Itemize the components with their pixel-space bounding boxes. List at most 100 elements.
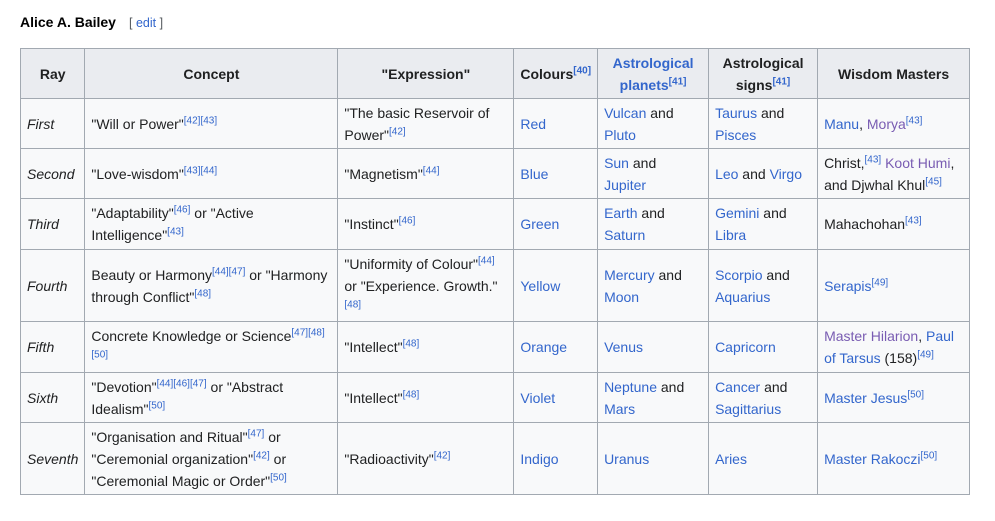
wiki-link[interactable]: Red <box>520 116 546 132</box>
wiki-link[interactable]: Scorpio <box>715 267 762 283</box>
wiki-link[interactable]: Master Rakoczi <box>824 451 920 467</box>
planets-cell: Neptune and Mars <box>597 372 710 423</box>
wiki-link[interactable]: Serapis <box>824 278 871 294</box>
wiki-link[interactable]: Saturn <box>604 227 645 243</box>
citation-link[interactable]: [50] <box>148 400 165 411</box>
citation-link[interactable]: [46] <box>174 204 191 215</box>
wiki-link[interactable]: Mercury <box>604 267 655 283</box>
citation-link[interactable]: [48] <box>403 389 420 400</box>
cell-text: and <box>637 205 665 221</box>
signs-cell: Scorpio and Aquarius <box>708 249 819 322</box>
cell-text: "Love-wisdom" <box>91 165 184 182</box>
wiki-link[interactable]: Master Jesus <box>824 390 907 406</box>
citation-link[interactable]: [42] <box>389 126 406 137</box>
ray-name-cell: Second <box>19 148 86 199</box>
wiki-link[interactable]: Indigo <box>520 451 558 467</box>
header-masters: Wisdom Masters <box>817 48 971 99</box>
wiki-link[interactable]: Manu <box>824 116 859 132</box>
citation-link[interactable]: [48] <box>308 327 325 338</box>
citation-link[interactable]: [43] <box>906 115 923 126</box>
wiki-link[interactable]: Mars <box>604 401 635 417</box>
wiki-link[interactable]: Virgo <box>770 166 802 182</box>
citation-link[interactable]: [43] <box>184 165 201 176</box>
cell-text: "Radioactivity" <box>344 450 434 467</box>
wiki-link[interactable]: Orange <box>520 339 567 355</box>
wiki-link[interactable]: Cancer <box>715 379 760 395</box>
citation-link[interactable]: [47] <box>190 378 207 389</box>
wiki-link[interactable]: Pisces <box>715 127 756 143</box>
citation-link[interactable]: [46] <box>399 215 416 226</box>
ray-name-cell: First <box>19 98 86 149</box>
wiki-link[interactable]: Leo <box>715 166 738 182</box>
citation-link[interactable]: [43] <box>167 226 184 237</box>
wiki-link[interactable]: Gemini <box>715 205 759 221</box>
table-row: Seventh "Organisation and Ritual"[47] or … <box>19 422 971 495</box>
wiki-link[interactable]: Violet <box>520 390 555 406</box>
citation-link[interactable]: [48] <box>344 299 361 310</box>
citation-link[interactable]: [47] <box>229 266 246 277</box>
colour-cell: Red <box>513 98 599 149</box>
citation-link[interactable]: [40] <box>573 65 591 76</box>
citation-link[interactable]: [50] <box>270 472 287 483</box>
citation-link[interactable]: [47] <box>291 327 308 338</box>
planets-cell: Earth and Saturn <box>597 198 710 250</box>
edit-link[interactable]: edit <box>136 16 156 30</box>
citation-link[interactable]: [49] <box>872 277 889 288</box>
wiki-link[interactable]: Aries <box>715 451 747 467</box>
wiki-link[interactable]: Neptune <box>604 379 657 395</box>
table-header-row: Ray Concept "Expression" Colours[40] Ast… <box>19 48 971 99</box>
concept-cell: "Love-wisdom"[43][44] <box>84 148 339 199</box>
citation-link[interactable]: [43] <box>200 115 217 126</box>
citation-link[interactable]: [50] <box>907 389 924 400</box>
table-row: Sixth "Devotion"[44][46][47] or "Abstract… <box>19 372 971 423</box>
wiki-link[interactable]: Moon <box>604 289 639 305</box>
citation-link[interactable]: [44] <box>200 165 217 176</box>
citation-link[interactable]: [44] <box>423 165 440 176</box>
wiki-link-visited[interactable]: Morya <box>867 116 906 132</box>
citation-link[interactable]: [47] <box>248 428 265 439</box>
header-colours: Colours[40] <box>513 48 599 99</box>
citation-link[interactable]: [48] <box>403 338 420 349</box>
wiki-link[interactable]: Blue <box>520 166 548 182</box>
wiki-link[interactable]: Jupiter <box>604 177 646 193</box>
wiki-link[interactable]: Pluto <box>604 127 636 143</box>
citation-link[interactable]: [49] <box>917 349 934 360</box>
wiki-link[interactable]: Earth <box>604 205 637 221</box>
citation-link[interactable]: [48] <box>194 288 211 299</box>
signs-cell: Gemini and Libra <box>708 198 819 250</box>
citation-link[interactable]: [43] <box>905 215 922 226</box>
wiki-link[interactable]: Uranus <box>604 451 649 467</box>
citation-link[interactable]: [45] <box>925 176 942 187</box>
cell-text: and <box>654 266 682 283</box>
citation-link[interactable]: [41] <box>669 76 687 87</box>
wiki-link-visited[interactable]: Master Hilarion <box>824 328 918 344</box>
wiki-link[interactable]: Sun <box>604 155 629 171</box>
citation-link[interactable]: [50] <box>921 450 938 461</box>
citation-link[interactable]: [42] <box>184 115 201 126</box>
citation-link[interactable]: [42] <box>253 450 270 461</box>
colour-cell: Indigo <box>513 422 599 495</box>
citation-link[interactable]: [44] <box>478 255 495 266</box>
wiki-link[interactable]: Capricorn <box>715 339 776 355</box>
wiki-link[interactable]: Sagittarius <box>715 401 781 417</box>
signs-cell: Cancer and Sagittarius <box>708 372 819 423</box>
citation-link[interactable]: [43] <box>865 154 882 165</box>
wiki-link[interactable]: Aquarius <box>715 289 770 305</box>
wiki-link[interactable]: Green <box>520 216 559 232</box>
concept-cell: "Adaptability"[46] or "Active Intelligen… <box>84 198 339 250</box>
citation-link[interactable]: [50] <box>91 349 108 360</box>
table-row: Second "Love-wisdom"[43][44] "Magnetism"[4… <box>19 148 971 199</box>
wiki-link-visited[interactable]: Koot Humi <box>885 155 950 171</box>
wiki-link[interactable]: Venus <box>604 339 643 355</box>
citation-link[interactable]: [46] <box>173 378 190 389</box>
wiki-link[interactable]: Taurus <box>715 105 757 121</box>
wiki-link[interactable]: Yellow <box>520 278 560 294</box>
citation-link[interactable]: [41] <box>772 76 790 87</box>
citation-link[interactable]: [44] <box>212 266 229 277</box>
wiki-link[interactable]: Libra <box>715 227 746 243</box>
wiki-link[interactable]: Vulcan <box>604 105 646 121</box>
section-title: Alice A. Bailey <box>20 14 116 30</box>
cell-text: or "Experience. Growth." <box>344 277 498 294</box>
citation-link[interactable]: [42] <box>434 450 451 461</box>
citation-link[interactable]: [44] <box>157 378 174 389</box>
